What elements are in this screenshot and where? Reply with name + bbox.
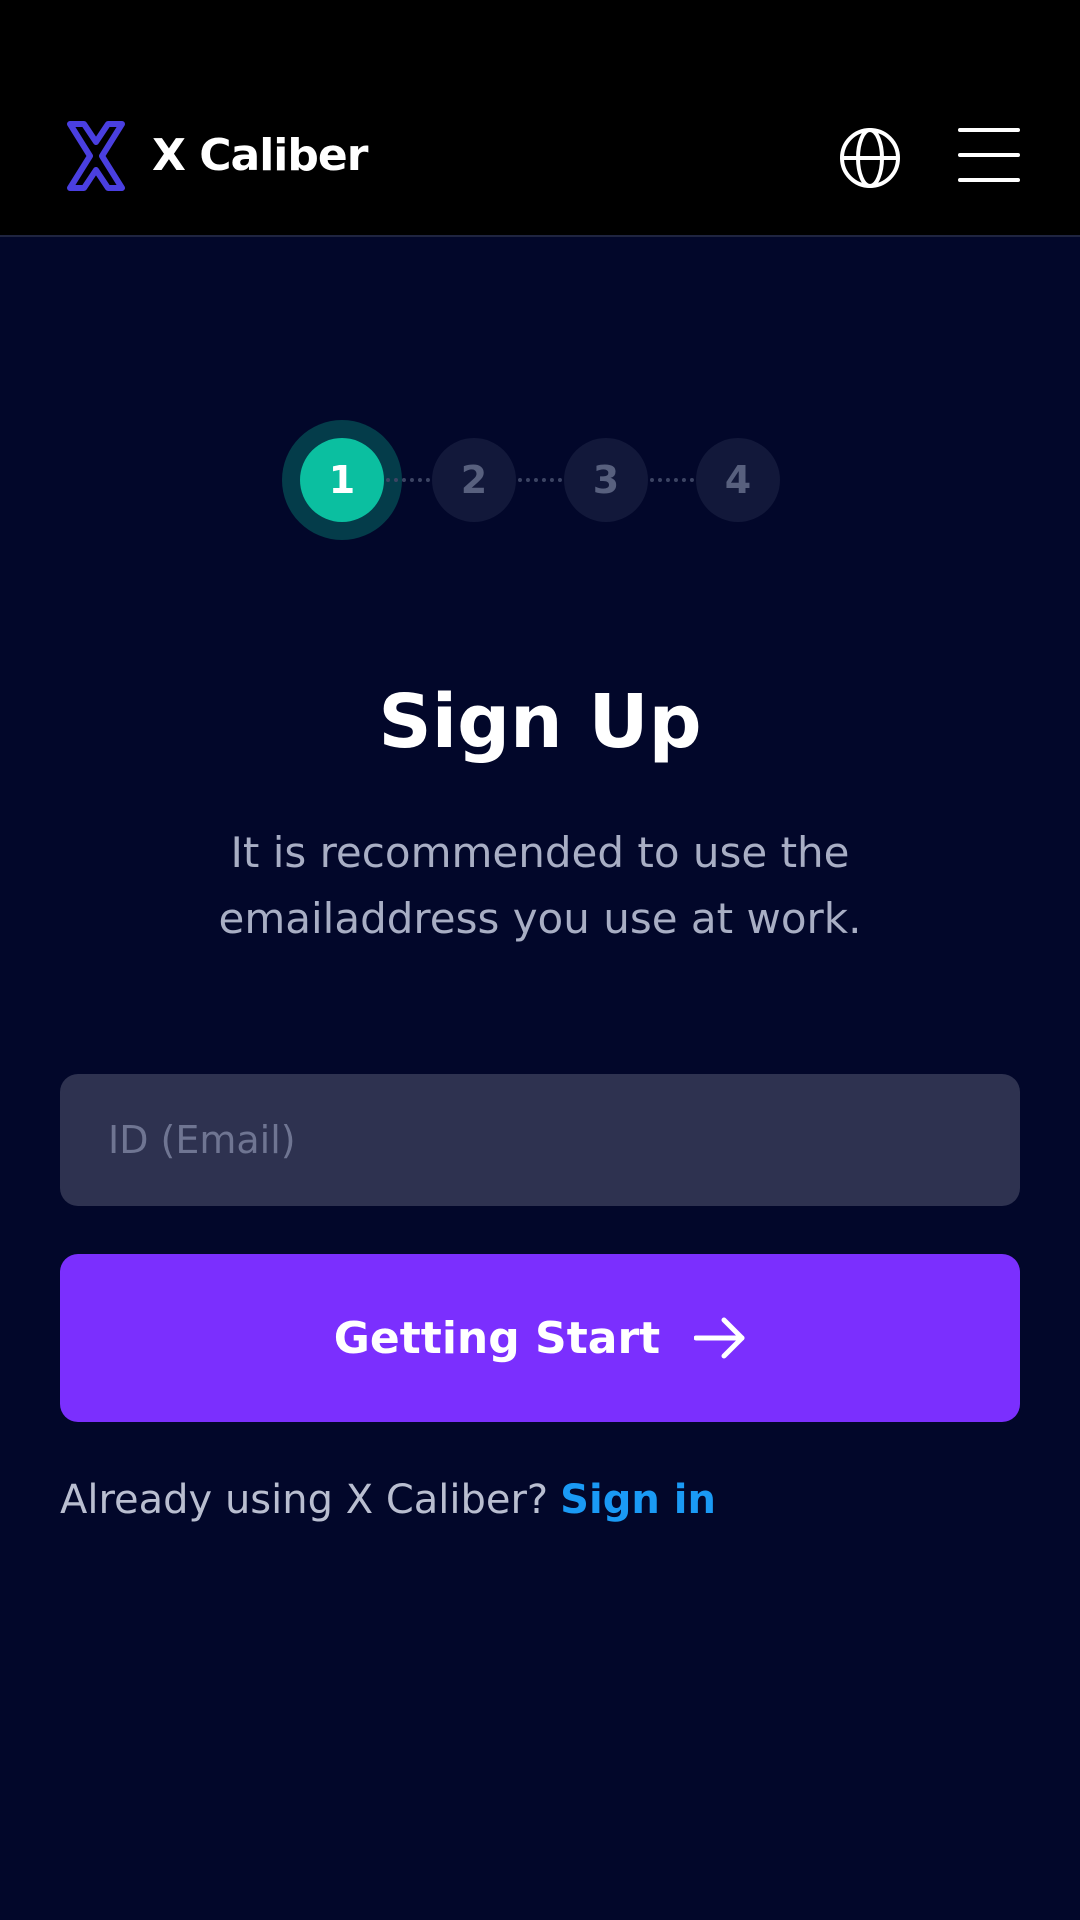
step-4: 4: [696, 438, 780, 522]
getting-start-button[interactable]: Getting Start: [60, 1254, 1020, 1422]
step-connector: [386, 478, 430, 486]
step-1: 1: [300, 438, 384, 522]
brand-name: X Caliber: [152, 130, 368, 181]
arrow-right-icon: [694, 1317, 745, 1359]
hamburger-menu-icon[interactable]: [958, 126, 1020, 184]
signin-link[interactable]: Sign in: [560, 1477, 716, 1523]
page-title: Sign Up: [378, 679, 702, 765]
signin-prompt-line: Already using X Caliber? Sign in: [60, 1472, 716, 1528]
signin-prompt: Already using X Caliber?: [60, 1477, 549, 1523]
x-caliber-logo-icon[interactable]: [60, 120, 132, 192]
step-2: 2: [432, 438, 516, 522]
email-field[interactable]: [60, 1074, 1020, 1206]
step-connector: [650, 478, 694, 486]
page-subtitle: It is recommended to use the emailaddres…: [218, 828, 862, 943]
top-header: X Caliber: [0, 0, 1080, 237]
step-connector: [518, 478, 562, 486]
step-3: 3: [564, 438, 648, 522]
globe-icon[interactable]: [838, 126, 902, 190]
getting-start-label: Getting Start: [333, 1312, 661, 1364]
